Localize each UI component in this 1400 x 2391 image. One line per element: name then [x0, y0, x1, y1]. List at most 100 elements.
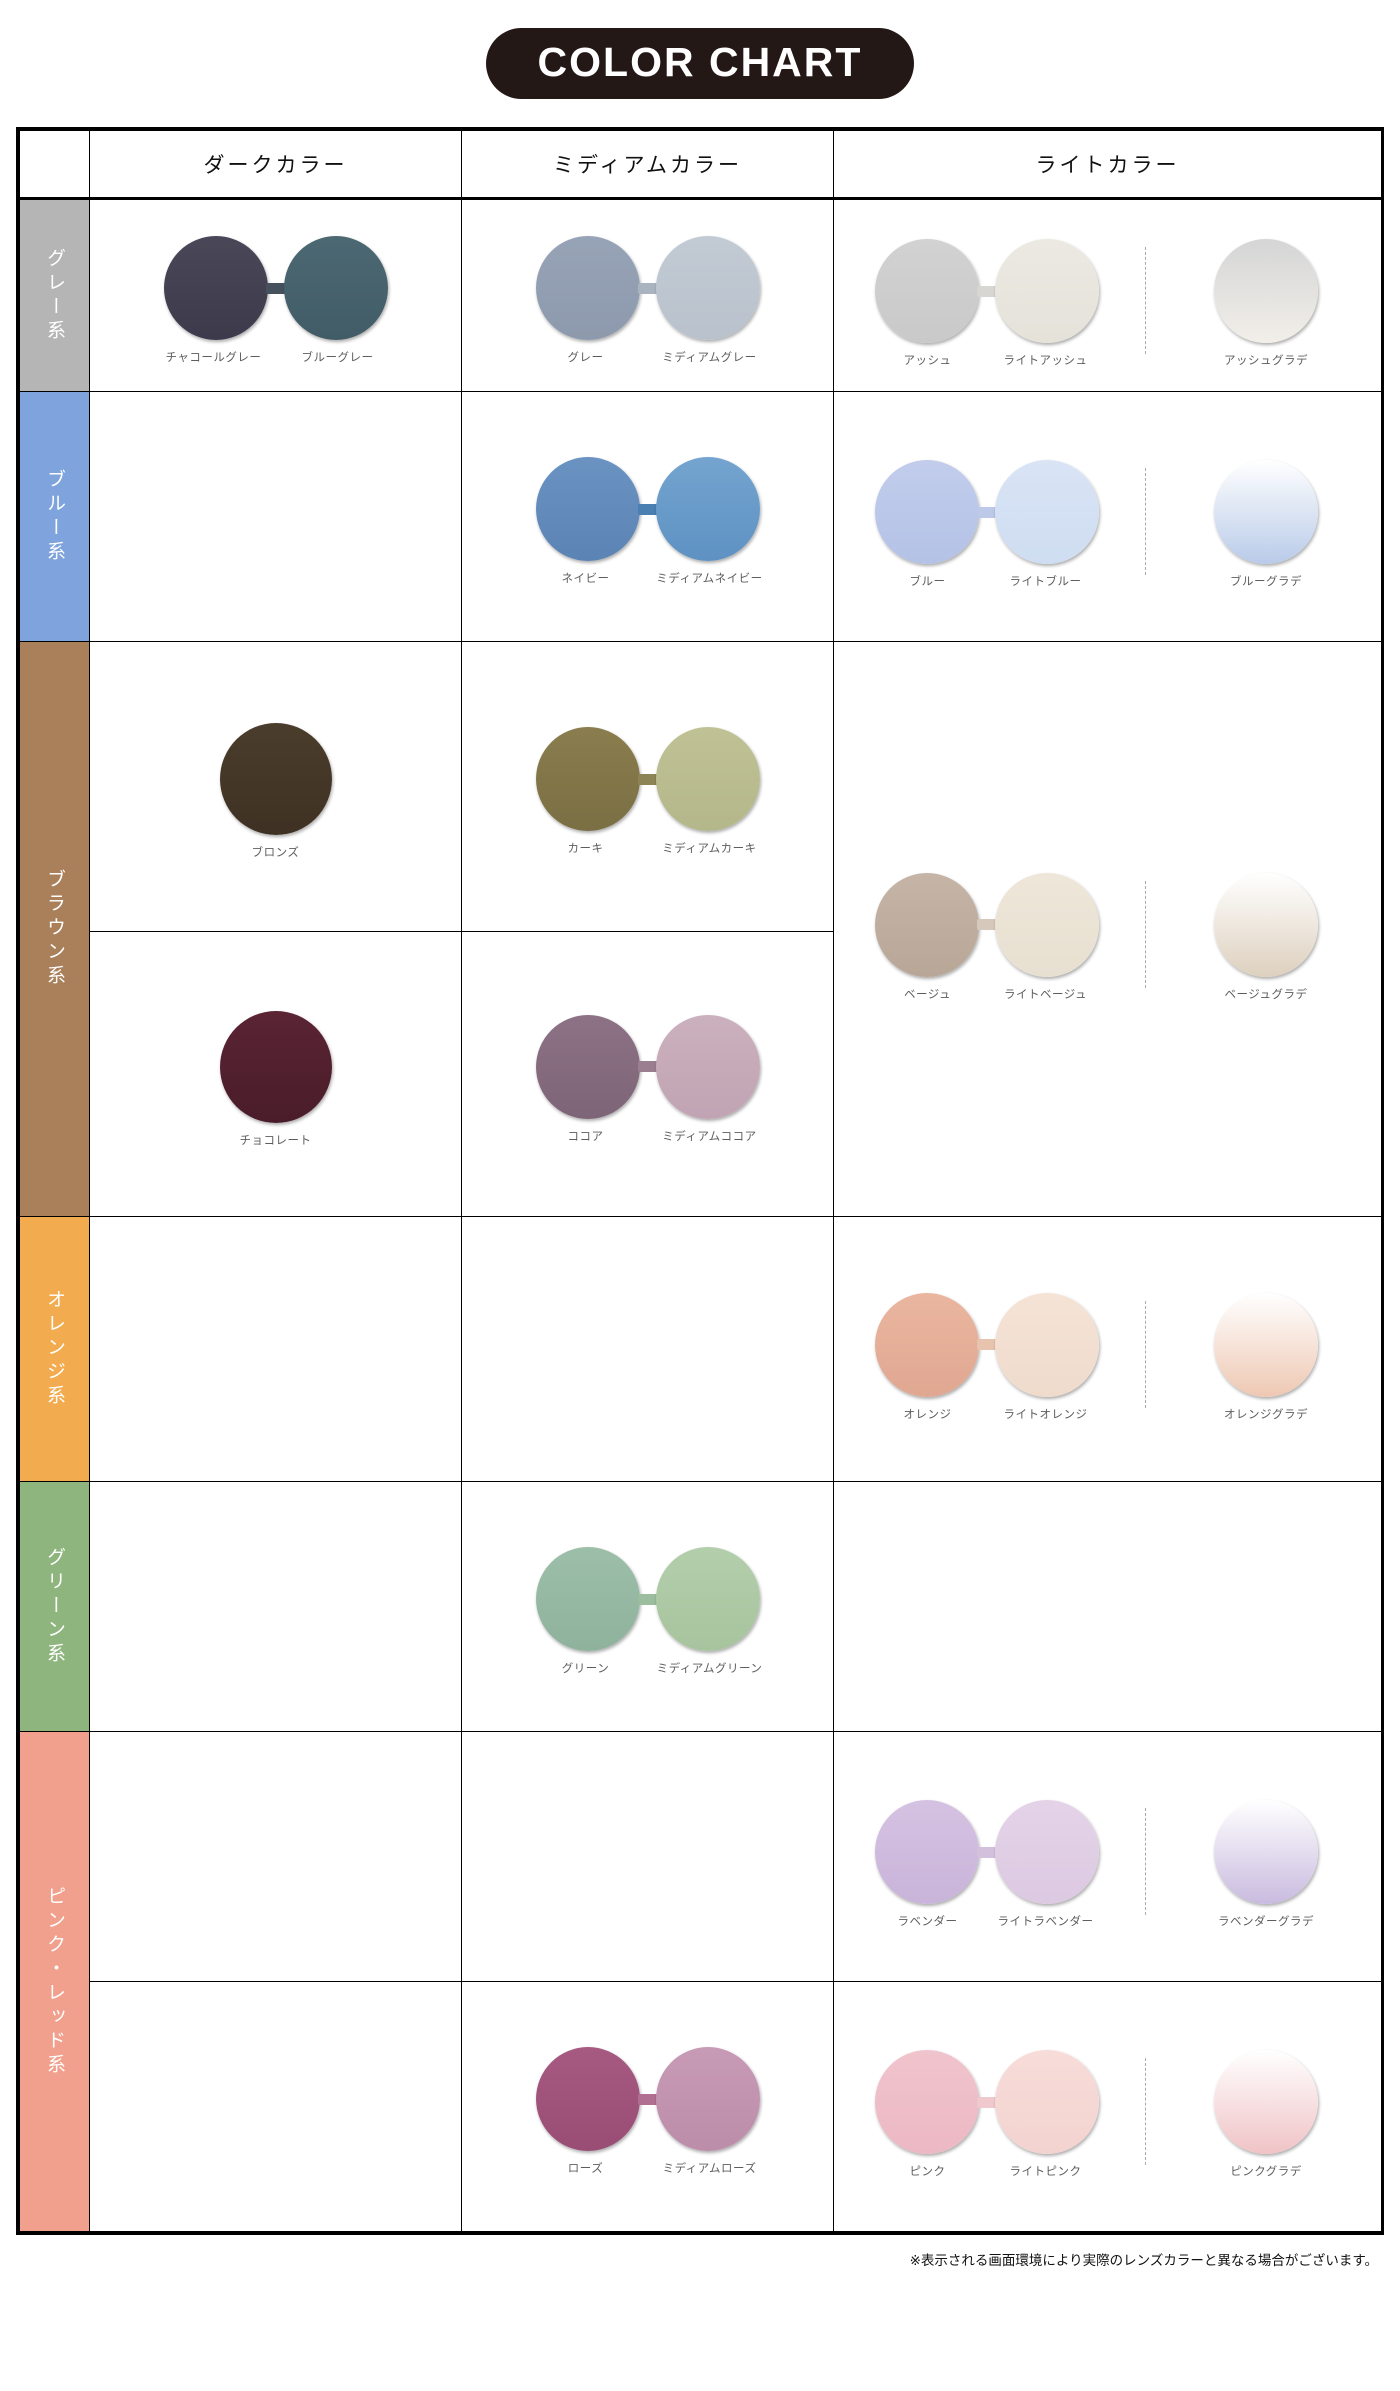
lens-label-row: ココア ミディアムココア — [524, 1128, 772, 1144]
lens-swatch — [994, 2050, 1099, 2154]
bridge-icon — [976, 1846, 997, 1858]
glasses-group — [535, 457, 760, 561]
lens-label: ピンク — [909, 2164, 946, 2178]
lens-label: チョコレート — [239, 1132, 312, 1147]
cell-medium-4 — [461, 1216, 834, 1482]
cell-content: グリーン ミディアムグリーン — [462, 1547, 833, 1676]
lens-gradient: ベージュグラデ — [1214, 872, 1318, 1002]
lens-swatch — [874, 1292, 979, 1397]
cell-dark-6 — [89, 1731, 462, 1982]
page-title: COLOR CHART — [485, 28, 915, 99]
glasses-group — [874, 2050, 1099, 2154]
table-row: オレンジ系 オレンジ ライトオレンジ オレンジグラデ — [19, 1216, 1382, 1482]
lens-swatch — [874, 460, 979, 564]
cell-dark-2: ブロンズ — [89, 641, 462, 932]
lens-label: アッシュ — [903, 353, 952, 367]
cell-dark-7 — [89, 1981, 462, 2232]
lens-swatch — [219, 1010, 332, 1123]
lens-pair: カーキ ミディアムカーキ — [524, 727, 772, 856]
lens-pair: ベージュ ライトベージュ — [869, 872, 1105, 1002]
chart-cell: ラベンダー ライトラベンダー ラベンダーグラデ — [834, 1774, 1381, 1939]
cell-dark-4 — [89, 1216, 462, 1482]
bridge-icon — [265, 282, 286, 294]
header-medium-color: ミディアムカラー — [461, 130, 834, 200]
category-tab-label: ピンク・レッド系 — [44, 1885, 65, 2078]
bridge-icon — [976, 506, 997, 518]
category-tab-inner: ピンク・レッド系 — [20, 1886, 89, 2078]
cell-light-6: ラベンダー ライトラベンダー ラベンダーグラデ — [833, 1731, 1382, 1982]
category-tab-6[interactable]: ピンク・レッド系 — [19, 1731, 90, 2232]
chart-cell — [462, 1338, 833, 1360]
bridge-icon — [637, 1061, 658, 1072]
lens-swatch — [1214, 460, 1318, 564]
category-tab-4[interactable]: オレンジ系 — [19, 1216, 90, 1482]
glasses-group — [535, 727, 760, 831]
lens-label: ブルーグラデ — [1230, 574, 1302, 588]
lens-swatch — [655, 457, 760, 561]
lens-label-row: カーキ ミディアムカーキ — [524, 840, 772, 856]
light-pair-side: ベージュ ライトベージュ — [837, 863, 1137, 1006]
light-color-group: ベージュ ライトベージュ ベージュグラデ — [834, 863, 1381, 1006]
chart-cell: ベージュ ライトベージュ ベージュグラデ — [834, 847, 1381, 1012]
category-tab-2[interactable]: ブラウン系 — [19, 641, 90, 1217]
cell-medium-6 — [461, 1731, 834, 1982]
chart-cell — [462, 1846, 833, 1868]
table-row: ローズ ミディアムローズ ピンク ライトピンク ピンクグラデ — [20, 1981, 1382, 2232]
lens-pair: アッシュ ライトアッシュ — [869, 239, 1105, 368]
cell-light-5 — [833, 1481, 1382, 1732]
gradient-side: ベージュグラデ — [1154, 863, 1379, 1006]
lens-swatch — [1214, 239, 1318, 343]
lens-label-row: グリーン ミディアムグリーン — [524, 1660, 772, 1676]
lens-swatch — [219, 723, 332, 835]
cell-medium-5: グリーン ミディアムグリーン — [461, 1481, 834, 1732]
chart-cell: ココア ミディアムココア — [462, 999, 833, 1150]
bridge-icon — [976, 919, 997, 930]
lens-single: ブロンズ — [219, 723, 332, 860]
lens-label: ライトブルー — [1009, 574, 1082, 588]
gradient-side: ラベンダーグラデ — [1154, 1790, 1379, 1933]
lens-label: ミディアムグリーン — [656, 1661, 763, 1675]
lens-label: ブルーグレー — [301, 350, 374, 364]
cell-content: ブロンズ — [90, 723, 461, 860]
dashed-divider — [1144, 468, 1146, 575]
gradient-side: オレンジグラデ — [1154, 1283, 1379, 1426]
lens-swatch — [994, 1800, 1099, 1904]
lens-swatch — [655, 727, 760, 831]
lens-pair: ブルー ライトブルー — [869, 460, 1105, 589]
lens-label: ミディアムグレー — [662, 350, 757, 364]
light-pair-side: オレンジ ライトオレンジ — [837, 1283, 1137, 1426]
cell-medium-3: ココア ミディアムココア — [461, 931, 834, 1217]
title-banner-wrap: COLOR CHART — [0, 0, 1400, 99]
category-tab-inner: グレー系 — [20, 248, 89, 344]
lens-pair: チャコールグレー ブルーグレー — [152, 236, 400, 365]
lens-label-row: チャコールグレー ブルーグレー — [152, 349, 400, 365]
category-tab-label: オレンジ系 — [44, 1289, 65, 1409]
lens-pair: ピンク ライトピンク — [869, 2050, 1105, 2179]
bridge-icon — [976, 285, 997, 297]
bridge-icon — [637, 1593, 658, 1605]
gradient-side: アッシュグラデ — [1154, 229, 1379, 372]
cell-content: グレー ミディアムグレー — [462, 236, 833, 365]
lens-label-row: ベージュ ライトベージュ — [869, 986, 1105, 1002]
chart-cell — [90, 1338, 461, 1360]
lens-label-row: ブルー ライトブルー — [869, 573, 1105, 589]
lens-swatch — [1214, 2050, 1318, 2154]
cell-dark-3: チョコレート — [89, 931, 462, 1217]
category-tab-5[interactable]: グリーン系 — [19, 1481, 90, 1732]
category-tab-1[interactable]: ブルー系 — [19, 391, 90, 642]
light-pair-side: アッシュ ライトアッシュ — [837, 229, 1137, 372]
lens-label-row: アッシュ ライトアッシュ — [869, 352, 1105, 368]
dashed-divider — [1144, 2058, 1146, 2165]
category-tab-inner: ブルー系 — [20, 469, 89, 565]
lens-label: グリーン — [561, 1661, 610, 1675]
lens-label: オレンジグラデ — [1224, 1406, 1308, 1421]
glasses-group — [535, 1014, 760, 1119]
lens-swatch — [535, 457, 640, 561]
category-tab-inner: グリーン系 — [20, 1547, 89, 1667]
category-tab-0[interactable]: グレー系 — [19, 198, 90, 392]
lens-label: ブルー — [909, 574, 946, 588]
lens-label: ベージュグラデ — [1224, 986, 1308, 1001]
glasses-group — [874, 239, 1099, 343]
lens-gradient: ラベンダーグラデ — [1214, 1800, 1318, 1929]
gradient-side: ブルーグラデ — [1154, 450, 1379, 593]
